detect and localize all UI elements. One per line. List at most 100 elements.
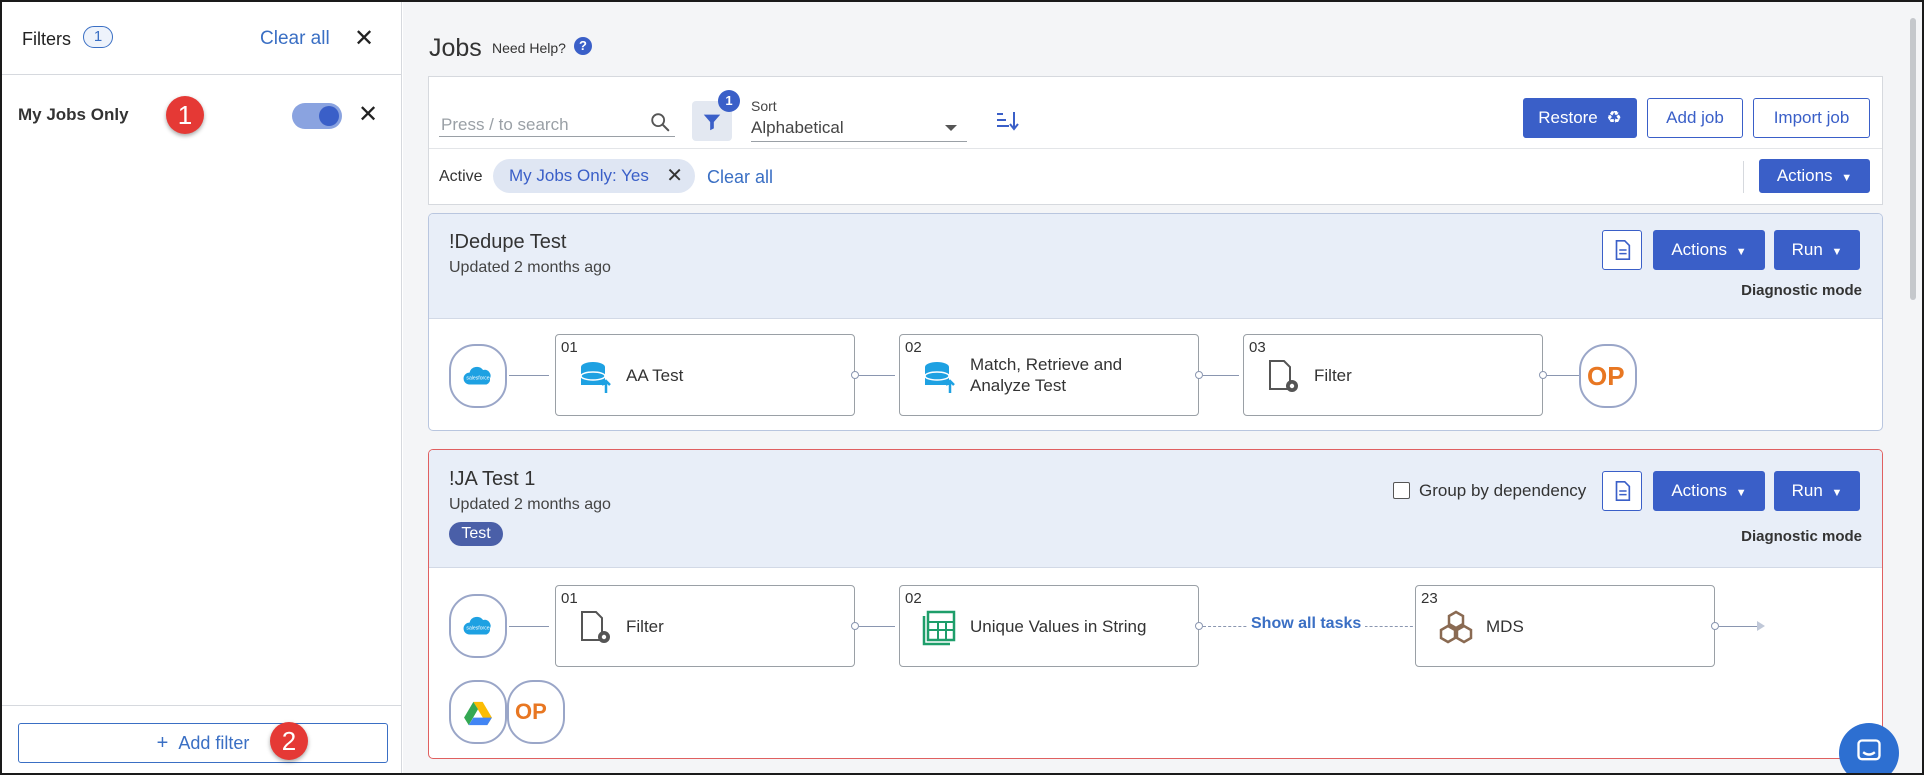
restore-label: Restore <box>1538 108 1598 127</box>
task-label: Unique Values in String <box>970 617 1147 636</box>
toolbar-divider <box>429 148 1882 149</box>
job-actions-label: Actions <box>1671 481 1728 500</box>
search-icon[interactable] <box>649 111 671 133</box>
job-tag: Test <box>449 522 503 546</box>
caret-down-icon: ▼ <box>1735 487 1747 499</box>
page-title: Jobs <box>429 34 482 62</box>
job-name[interactable]: !Dedupe Test <box>449 231 567 254</box>
database-upload-icon <box>924 362 955 393</box>
pipeline-task[interactable]: 23 MDS <box>1415 585 1715 667</box>
restore-button[interactable]: Restore ♻ <box>1523 98 1637 138</box>
hexagons-icon <box>1439 610 1473 644</box>
salesforce-source[interactable]: salesforce <box>449 589 507 658</box>
task-number: 23 <box>1421 590 1438 607</box>
remove-chip-icon[interactable]: ✕ <box>666 159 683 193</box>
search-input[interactable] <box>439 107 675 137</box>
connector-dot <box>1195 622 1203 630</box>
op-logo-icon: OP <box>1587 361 1625 391</box>
pipeline-task[interactable]: 01 AA Test <box>555 334 855 416</box>
job-run-button[interactable]: Run ▼ <box>1774 471 1860 511</box>
svg-text:salesforce: salesforce <box>466 375 489 381</box>
need-help-link[interactable]: Need Help? <box>492 40 566 56</box>
salesforce-source[interactable]: salesforce <box>449 339 507 408</box>
filters-header: Filters 1 Clear all ✕ <box>2 2 402 75</box>
bulk-actions-button[interactable]: Actions ▼ <box>1759 159 1870 193</box>
active-filters-label: Active <box>439 168 483 185</box>
job-card-header: !JA Test 1 Updated 2 months ago Test Gro… <box>429 450 1882 568</box>
show-all-tasks-link[interactable]: Show all tasks <box>1247 615 1366 633</box>
funnel-icon <box>703 114 721 131</box>
close-filters-icon[interactable]: ✕ <box>354 27 374 51</box>
callout-badge-2: 2 <box>270 722 308 760</box>
app-window: Filters 1 Clear all ✕ My Jobs Only 1 ✕ +… <box>0 0 1924 775</box>
job-run-label: Run <box>1791 240 1823 259</box>
caret-down-icon: ▼ <box>1841 172 1853 184</box>
filters-title: Filters <box>22 29 71 49</box>
op-target[interactable]: OP <box>1579 339 1637 408</box>
bulk-actions-label: Actions <box>1776 166 1833 185</box>
caret-down-icon: ▼ <box>1831 487 1843 499</box>
job-actions-button[interactable]: Actions ▼ <box>1653 230 1765 270</box>
pipeline-task[interactable]: 02 Match, Retrieve and Analyze Test <box>899 334 1199 416</box>
task-label: AA Test <box>626 366 684 385</box>
diagnostic-mode-label: Diagnostic mode <box>1741 282 1862 299</box>
sort-direction-icon[interactable] <box>994 108 1020 134</box>
salesforce-cloud-icon: salesforce <box>463 616 491 635</box>
toggle-knob <box>319 106 339 126</box>
task-number: 03 <box>1249 339 1266 356</box>
salesforce-cloud-icon: salesforce <box>463 366 491 385</box>
connector-arrow <box>1757 621 1765 631</box>
job-run-label: Run <box>1791 481 1823 500</box>
help-icon[interactable]: ? <box>574 37 592 55</box>
vertical-divider <box>1743 161 1744 193</box>
job-document-button[interactable] <box>1602 471 1642 511</box>
sort-value: Alphabetical <box>751 118 844 137</box>
pipeline-connector <box>1547 375 1583 376</box>
caret-down-icon: ▼ <box>1831 246 1843 258</box>
jobs-toolbar: 1 Sort Alphabetical Restore ♻ Add job Im… <box>428 76 1883 205</box>
pipeline-task[interactable]: 03 Filter <box>1243 334 1543 416</box>
sort-select[interactable]: Alphabetical <box>751 114 967 142</box>
chevron-down-icon <box>945 125 957 131</box>
active-filter-chip-label: My Jobs Only: Yes <box>509 166 649 185</box>
pipeline-connector <box>1203 375 1239 376</box>
connector-dot <box>1195 371 1203 379</box>
job-name[interactable]: !JA Test 1 <box>449 468 535 491</box>
job-actions-button[interactable]: Actions ▼ <box>1653 471 1765 511</box>
page-scrollbar[interactable] <box>1910 18 1916 300</box>
chat-launcher-button[interactable] <box>1839 723 1899 773</box>
file-gear-icon <box>581 611 610 643</box>
clear-active-filters-link[interactable]: Clear all <box>707 167 773 188</box>
my-jobs-only-label: My Jobs Only <box>18 105 129 124</box>
task-number: 02 <box>905 590 922 607</box>
add-filter-button[interactable]: + Add filter <box>18 723 388 763</box>
pipeline-task[interactable]: 01 Filter <box>555 585 855 667</box>
clear-all-filters-link[interactable]: Clear all <box>260 28 330 50</box>
google-drive-target[interactable] <box>449 675 507 744</box>
connector-dot <box>851 371 859 379</box>
task-number: 01 <box>561 339 578 356</box>
document-icon <box>1615 481 1631 501</box>
spreadsheet-icon <box>922 610 956 646</box>
op-target[interactable]: OP <box>507 675 565 744</box>
diagnostic-mode-label: Diagnostic mode <box>1741 528 1862 545</box>
pipeline-connector <box>509 375 549 376</box>
caret-down-icon: ▼ <box>1735 246 1747 258</box>
task-label: MDS <box>1486 617 1524 636</box>
job-run-button[interactable]: Run ▼ <box>1774 230 1860 270</box>
svg-text:salesforce: salesforce <box>466 625 489 631</box>
job-updated: Updated 2 months ago <box>449 496 611 513</box>
add-job-button[interactable]: Add job <box>1647 98 1743 138</box>
pipeline-task[interactable]: 02 Unique Values in String <box>899 585 1199 667</box>
group-by-dependency-checkbox[interactable] <box>1393 482 1410 499</box>
google-drive-icon <box>464 701 492 726</box>
group-by-dependency-label: Group by dependency <box>1419 481 1587 500</box>
connector-dot <box>1539 371 1547 379</box>
active-filter-chip: My Jobs Only: Yes ✕ <box>493 159 695 193</box>
my-jobs-only-toggle[interactable] <box>292 103 342 129</box>
filter-count-badge: 1 <box>718 90 740 112</box>
import-job-button[interactable]: Import job <box>1753 98 1870 138</box>
job-document-button[interactable] <box>1602 230 1642 270</box>
remove-my-jobs-filter-icon[interactable]: ✕ <box>358 103 378 127</box>
task-number: 02 <box>905 339 922 356</box>
